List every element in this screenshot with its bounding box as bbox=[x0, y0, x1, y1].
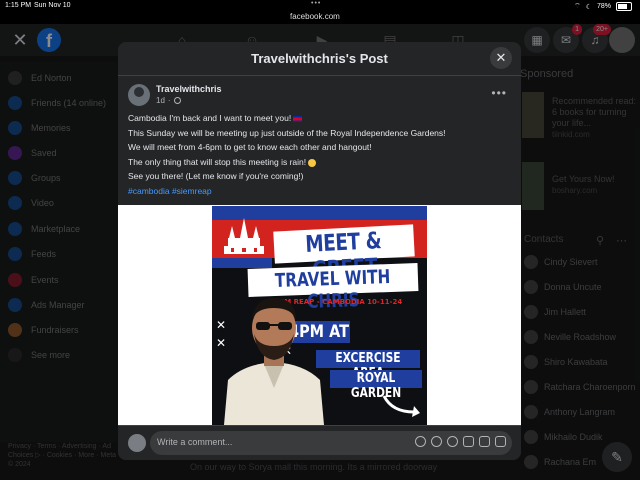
status-date: Sun Nov 10 bbox=[34, 2, 71, 9]
post-line: See you there! (Let me know if you're co… bbox=[128, 171, 304, 182]
globe-icon bbox=[173, 97, 181, 104]
avatar-sticker-icon[interactable] bbox=[415, 436, 426, 447]
post-line: This Sunday we will be meeting up just o… bbox=[128, 127, 446, 138]
post-body: Cambodia I'm back and I want to meet you… bbox=[128, 111, 513, 199]
wifi-icon: ⌔ bbox=[574, 3, 581, 10]
sticker-icon[interactable] bbox=[495, 436, 506, 447]
battery-icon bbox=[616, 2, 632, 11]
address-url[interactable]: facebook.com bbox=[290, 12, 340, 21]
post-hashtags[interactable]: #cambodia #siemreap bbox=[128, 184, 513, 199]
laughing-emoji-icon bbox=[308, 158, 317, 167]
status-time: 1:15 PM bbox=[5, 2, 32, 9]
comment-tools bbox=[415, 436, 506, 447]
person-photo bbox=[224, 298, 324, 425]
post-image-container[interactable]: MEET & GREET TRAVEL WITH CHRIS SIEM REAP… bbox=[118, 205, 521, 425]
camera-icon[interactable] bbox=[463, 436, 474, 447]
close-modal-button[interactable]: ✕ bbox=[490, 47, 512, 69]
cambodia-flag-emoji-icon bbox=[293, 115, 303, 122]
arrow-icon bbox=[382, 395, 420, 417]
post-meta: 1d · bbox=[156, 96, 181, 105]
post-author[interactable]: Travelwithchris bbox=[156, 84, 222, 94]
modal-header: Travelwithchris's Post ✕ bbox=[118, 42, 521, 76]
post-line: The only thing that will stop this meeti… bbox=[128, 155, 513, 170]
author-avatar[interactable] bbox=[128, 84, 150, 106]
close-icon: ✕ bbox=[495, 50, 507, 65]
angkor-wat-icon bbox=[224, 218, 264, 254]
post-image[interactable]: MEET & GREET TRAVEL WITH CHRIS SIEM REAP… bbox=[212, 206, 427, 425]
post-options-button[interactable]: ••• bbox=[491, 86, 507, 100]
post-timestamp[interactable]: 1d bbox=[156, 96, 165, 105]
status-indicators: ⌔ ☾ 78% bbox=[574, 2, 632, 11]
moon-icon: ☾ bbox=[585, 3, 592, 11]
smiley-icon[interactable] bbox=[431, 436, 442, 447]
post-line: Cambodia I'm back and I want to meet you… bbox=[128, 111, 513, 126]
emoji-icon[interactable] bbox=[447, 436, 458, 447]
post-modal: Travelwithchris's Post ✕ Travelwithchris… bbox=[118, 42, 521, 460]
gif-icon[interactable] bbox=[479, 436, 490, 447]
post-line: We will meet from 4-6pm to get to know e… bbox=[128, 142, 372, 153]
battery-percent: 78% bbox=[596, 3, 611, 10]
commenter-avatar bbox=[128, 434, 146, 452]
comment-bar: Write a comment... bbox=[118, 425, 521, 460]
multitask-dots-icon[interactable]: ••• bbox=[311, 0, 321, 7]
modal-title: Travelwithchris's Post bbox=[251, 51, 388, 66]
comment-placeholder: Write a comment... bbox=[157, 437, 233, 447]
comment-input[interactable]: Write a comment... bbox=[150, 431, 512, 455]
status-bar: 1:15 PM Sun Nov 10 ••• facebook.com ⌔ ☾ … bbox=[0, 0, 640, 24]
